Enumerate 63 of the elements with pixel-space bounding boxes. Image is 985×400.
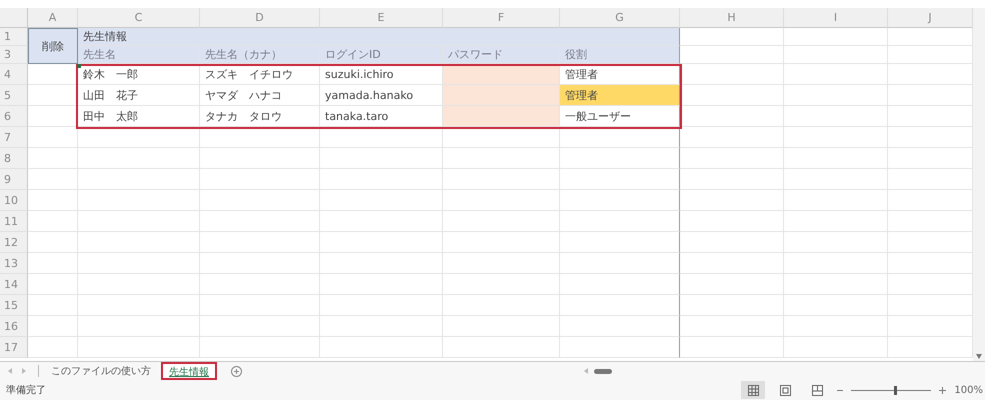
password-cell[interactable] bbox=[443, 106, 560, 127]
table-cell: suzuki.ichiro bbox=[320, 64, 443, 85]
status-text: 準備完了 bbox=[6, 384, 46, 398]
header-cell: ログインID bbox=[320, 46, 443, 64]
row-header[interactable]: 11 bbox=[0, 211, 28, 232]
row-header[interactable]: 7 bbox=[0, 127, 28, 148]
row-header[interactable]: 1 bbox=[0, 28, 28, 46]
page-break-icon bbox=[812, 384, 823, 396]
row-header[interactable]: 5 bbox=[0, 85, 28, 106]
row-header[interactable]: 8 bbox=[0, 148, 28, 169]
select-all-corner[interactable] bbox=[0, 8, 28, 28]
column-header[interactable]: D bbox=[200, 8, 320, 28]
table-cell: tanaka.taro bbox=[320, 106, 443, 127]
table-cell: スズキ イチロウ bbox=[200, 64, 320, 85]
row-header[interactable]: 10 bbox=[0, 190, 28, 211]
next-sheet-icon[interactable] bbox=[22, 368, 26, 374]
password-cell[interactable] bbox=[443, 85, 560, 106]
table-cell: ヤマダ ハナコ bbox=[200, 85, 320, 106]
column-header[interactable]: I bbox=[784, 8, 888, 28]
view-button[interactable] bbox=[741, 381, 766, 400]
vertical-scrollbar[interactable] bbox=[973, 8, 985, 362]
header-cell: パスワード bbox=[443, 46, 560, 64]
table-cell: 田中 太郎 bbox=[78, 106, 200, 127]
row-header[interactable]: 16 bbox=[0, 316, 28, 337]
column-header[interactable]: G bbox=[560, 8, 680, 28]
horizontal-scrollbar[interactable] bbox=[584, 368, 612, 374]
row-header[interactable]: 6 bbox=[0, 106, 28, 127]
row-header[interactable]: 15 bbox=[0, 295, 28, 316]
row-header[interactable]: 9 bbox=[0, 169, 28, 190]
table-cell: タナカ タロウ bbox=[200, 106, 320, 127]
zoom-in-icon[interactable] bbox=[939, 386, 946, 394]
previous-sheet-icon[interactable] bbox=[8, 368, 12, 374]
role-cell[interactable]: 管理者 bbox=[560, 85, 680, 106]
row-header[interactable]: 4 bbox=[0, 64, 28, 85]
add-sheet-icon[interactable] bbox=[231, 366, 242, 377]
zoom-level: 100% bbox=[954, 384, 983, 396]
row-header[interactable]: 12 bbox=[0, 232, 28, 253]
role-cell[interactable]: 一般ユーザー bbox=[560, 106, 680, 127]
table-cell: 山田 花子 bbox=[78, 85, 200, 106]
column-header[interactable]: H bbox=[680, 8, 784, 28]
table-cell: yamada.hanako bbox=[320, 85, 443, 106]
header-cell: 先生名（カナ） bbox=[200, 46, 320, 64]
column-header[interactable]: F bbox=[443, 8, 560, 28]
sheet-tab[interactable]: 先生情報 bbox=[161, 362, 217, 380]
column-header[interactable]: E bbox=[320, 8, 443, 28]
header-cell: 先生名 bbox=[78, 46, 200, 64]
page-icon bbox=[780, 384, 791, 396]
header-cell: 役割 bbox=[560, 46, 680, 64]
column-header[interactable]: A bbox=[28, 8, 78, 28]
row-header[interactable]: 13 bbox=[0, 253, 28, 274]
zoom-thumb[interactable] bbox=[894, 386, 898, 395]
row-header[interactable]: 3 bbox=[0, 46, 28, 64]
sheet-tab[interactable]: このファイルの使い方 bbox=[45, 362, 157, 380]
column-header[interactable]: J bbox=[888, 8, 973, 28]
row-header[interactable]: 14 bbox=[0, 274, 28, 295]
delete-header-cell: 削除 bbox=[28, 28, 78, 64]
row-header[interactable]: 17 bbox=[0, 337, 28, 358]
password-cell[interactable] bbox=[443, 64, 560, 85]
fill-handle[interactable] bbox=[77, 64, 81, 68]
column-header[interactable]: C bbox=[78, 8, 200, 28]
section-title: 先生情報 bbox=[83, 29, 127, 44]
role-cell[interactable]: 管理者 bbox=[560, 64, 680, 85]
grid-icon bbox=[748, 384, 759, 396]
